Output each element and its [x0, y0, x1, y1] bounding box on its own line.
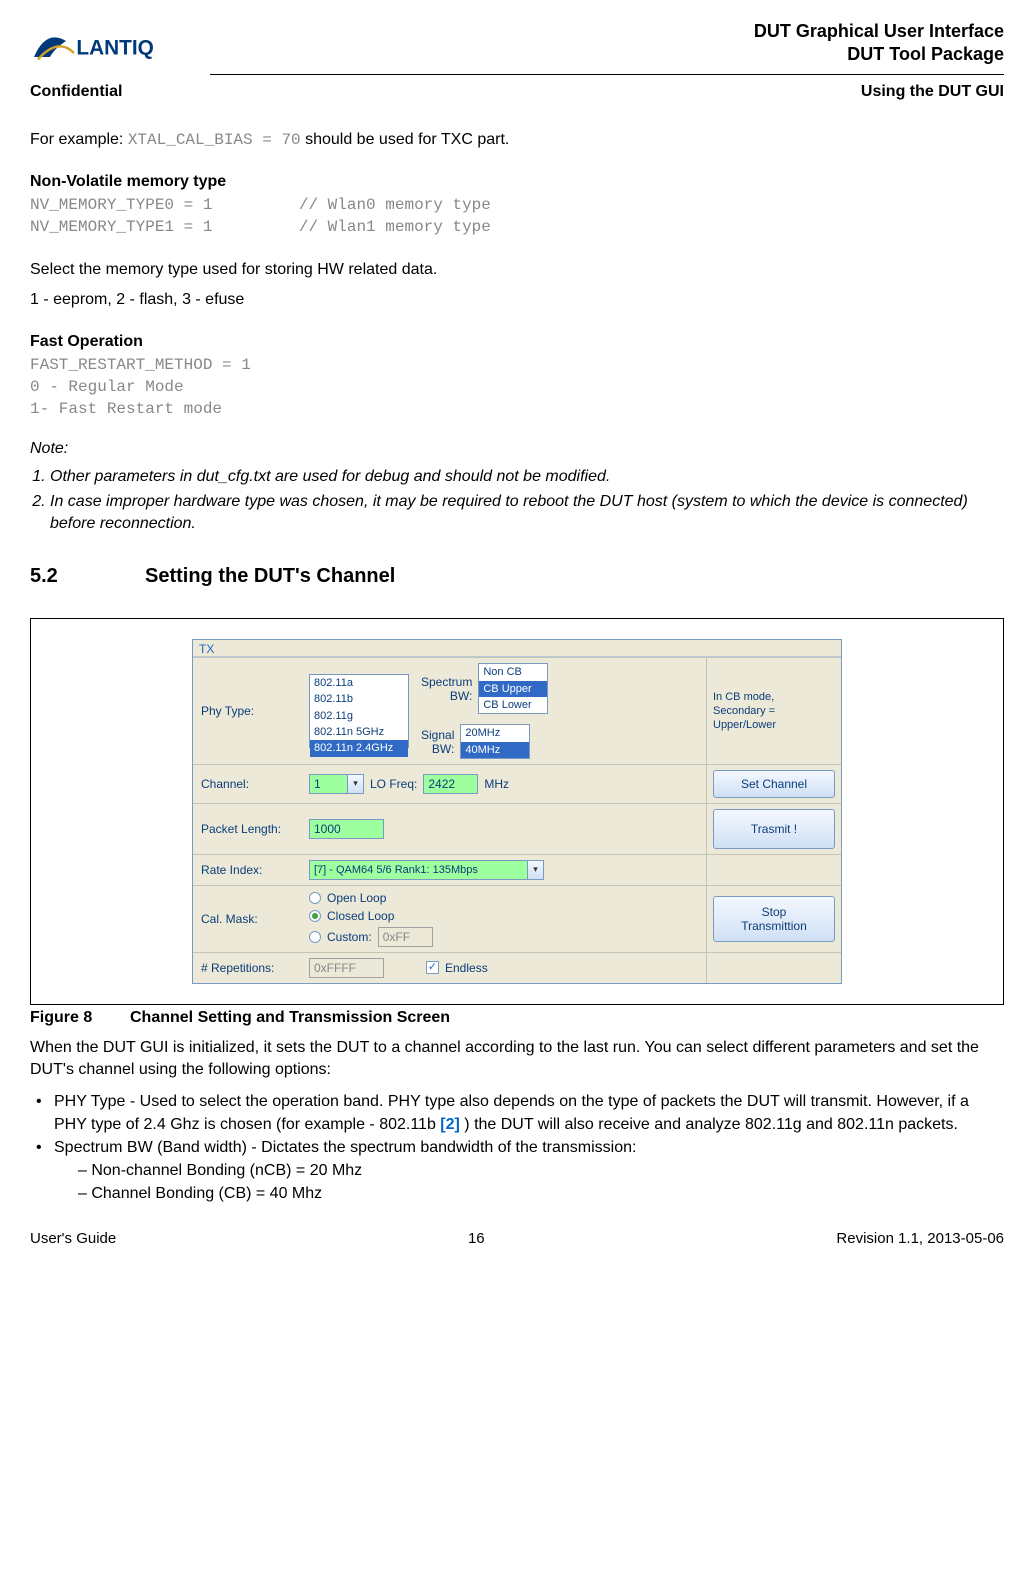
chevron-down-icon[interactable]: ▾ [527, 861, 543, 879]
example-code: XTAL_CAL_BIAS = 70 [128, 131, 301, 149]
set-channel-button[interactable]: Set Channel [713, 770, 835, 798]
header-right: DUT Graphical User Interface DUT Tool Pa… [754, 20, 1004, 67]
footer-revision: Revision 1.1, 2013-05-06 [836, 1230, 1004, 1247]
cb-mode-note: In CB mode, Secondary = Upper/Lower [713, 690, 835, 733]
reps-row: # Repetitions: ✓ Endless [193, 952, 841, 983]
spectrum-bw-label: Spectrum BW: [421, 675, 472, 703]
closed-loop-radio[interactable]: Closed Loop [309, 909, 394, 923]
page-footer: User's Guide 16 Revision 1.1, 2013-05-06 [30, 1230, 1004, 1247]
section-label: Using the DUT GUI [861, 83, 1004, 101]
endless-checkbox[interactable]: ✓ [426, 961, 439, 974]
stop-transmission-button[interactable]: Stop Transmittion [713, 896, 835, 942]
doc-title-2: DUT Tool Package [754, 43, 1004, 66]
mhz-label: MHz [484, 777, 509, 791]
packet-row: Packet Length: Trasmit ! [193, 803, 841, 854]
transmit-button[interactable]: Trasmit ! [713, 809, 835, 849]
nv-heading: Non-Volatile memory type [30, 173, 1004, 191]
page-header: LANTIQ DUT Graphical User Interface DUT … [30, 20, 1004, 70]
repetitions-label: # Repetitions: [193, 953, 303, 983]
fast-code: FAST_RESTART_METHOD = 1 0 - Regular Mode… [30, 355, 1004, 420]
section-number: 5.2 [30, 565, 145, 588]
nv-desc1: Select the memory type used for storing … [30, 259, 1004, 281]
dash-ncb: Non-channel Bonding (nCB) = 20 Mhz [78, 1159, 1004, 1182]
figure-caption: Figure 8Channel Setting and Transmission… [30, 1009, 1004, 1027]
figure-number: Figure 8 [30, 1009, 130, 1027]
tx-tab-label: TX [193, 640, 841, 657]
bullet-spectrum-bw: Spectrum BW (Band width) - Dictates the … [30, 1136, 1004, 1206]
tx-panel: TX Phy Type: 802.11a 802.11b 802.11g 802… [192, 639, 842, 983]
example-line: For example: XTAL_CAL_BIAS = 70 should b… [30, 129, 1004, 151]
fast-heading: Fast Operation [30, 333, 1004, 351]
after-figure-text: When the DUT GUI is initialized, it sets… [30, 1037, 1004, 1082]
phy-type-listbox[interactable]: 802.11a 802.11b 802.11g 802.11n 5GHz 802… [309, 674, 409, 748]
rate-index-label: Rate Index: [193, 855, 303, 885]
phy-label: Phy Type: [193, 658, 303, 763]
dash-cb: Channel Bonding (CB) = 40 Mhz [78, 1182, 1004, 1205]
note-label: Note: [30, 440, 1004, 458]
doc-title-1: DUT Graphical User Interface [754, 20, 1004, 43]
repetitions-input [309, 958, 384, 978]
custom-radio[interactable]: Custom: [309, 927, 433, 947]
custom-input [378, 927, 433, 947]
svg-text:LANTIQ: LANTIQ [76, 37, 153, 60]
ref-link-2[interactable]: [2] [440, 1116, 460, 1133]
lantiq-logo-icon: LANTIQ [30, 20, 190, 70]
nv-desc2: 1 - eeprom, 2 - flash, 3 - efuse [30, 289, 1004, 311]
section-title: Setting the DUT's Channel [145, 565, 395, 587]
subheader: Confidential Using the DUT GUI [30, 83, 1004, 101]
endless-label: Endless [445, 961, 488, 975]
phy-row: Phy Type: 802.11a 802.11b 802.11g 802.11… [193, 657, 841, 763]
figure-8-container: TX Phy Type: 802.11a 802.11b 802.11g 802… [30, 618, 1004, 1004]
signal-bw-label: Signal BW: [421, 728, 454, 756]
channel-label: Channel: [193, 765, 303, 803]
figure-title: Channel Setting and Transmission Screen [130, 1009, 450, 1026]
note-list: Other parameters in dut_cfg.txt are used… [30, 466, 1004, 535]
packet-length-input[interactable] [309, 819, 384, 839]
cal-mask-label: Cal. Mask: [193, 886, 303, 952]
bullet-phy-type: PHY Type - Used to select the operation … [30, 1090, 1004, 1136]
channel-row: Channel: 1 ▾ LO Freq: MHz Set Channel [193, 764, 841, 803]
rate-index-select[interactable]: [7] - QAM64 5/6 Rank1: 135Mbps ▾ [309, 860, 544, 880]
cal-mask-row: Cal. Mask: Open Loop Closed Loop Custom:… [193, 885, 841, 952]
lo-freq-label: LO Freq: [370, 777, 417, 791]
footer-page-number: 16 [468, 1230, 485, 1247]
rate-row: Rate Index: [7] - QAM64 5/6 Rank1: 135Mb… [193, 854, 841, 885]
confidential-label: Confidential [30, 83, 122, 101]
lo-freq-input[interactable] [423, 774, 478, 794]
channel-select[interactable]: 1 ▾ [309, 774, 364, 794]
open-loop-radio[interactable]: Open Loop [309, 891, 386, 905]
header-rule [210, 74, 1004, 75]
nv-code: NV_MEMORY_TYPE0 = 1 // Wlan0 memory type… [30, 195, 1004, 238]
options-list: PHY Type - Used to select the operation … [30, 1090, 1004, 1206]
footer-left: User's Guide [30, 1230, 116, 1247]
chevron-down-icon[interactable]: ▾ [347, 775, 363, 793]
logo: LANTIQ [30, 20, 190, 70]
packet-length-label: Packet Length: [193, 804, 303, 854]
note-2: In case improper hardware type was chose… [50, 491, 1004, 536]
note-1: Other parameters in dut_cfg.txt are used… [50, 466, 1004, 488]
signal-bw-listbox[interactable]: 20MHz 40MHz [460, 724, 530, 759]
section-5-2-heading: 5.2Setting the DUT's Channel [30, 565, 1004, 588]
spectrum-bw-listbox[interactable]: Non CB CB Upper CB Lower [478, 663, 548, 714]
